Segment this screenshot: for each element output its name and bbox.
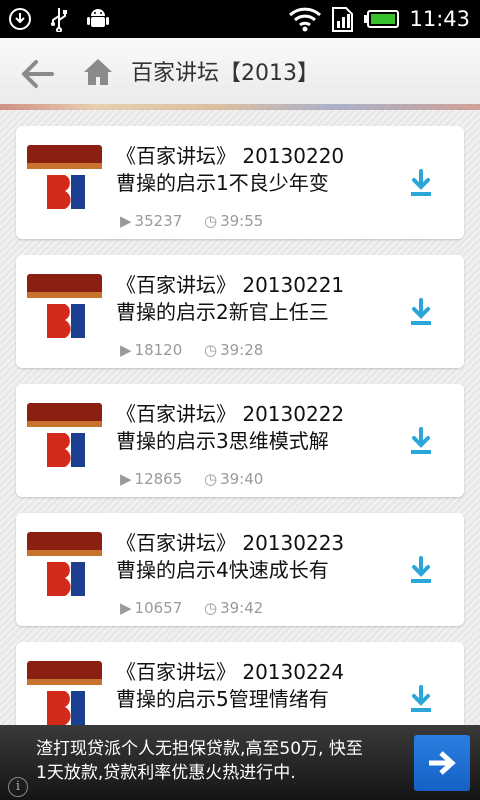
ad-banner[interactable]: 渣打现贷派个人无担保贷款,高至50万, 快至 1天放款,贷款利率优惠火热进行中.… <box>0 725 480 800</box>
list-item[interactable]: 《百家讲坛》 20130222 曹操的启示3思维模式解 ▶ 12865 ◷ 39:4… <box>16 384 464 497</box>
program-logo-thumbnail <box>27 661 102 725</box>
download-icon[interactable] <box>409 298 433 326</box>
action-bar: 百家讲坛【2013】 <box>0 38 480 110</box>
list-item[interactable]: 《百家讲坛》 20130223 曹操的启示4快速成长有 ▶ 10657 ◷ 39:4… <box>16 513 464 626</box>
download-icon[interactable] <box>409 556 433 584</box>
clock-icon: ◷ <box>204 470 218 488</box>
clock-icon: ◷ <box>204 599 218 617</box>
play-count-icon: ▶ <box>120 212 132 230</box>
episode-meta: ▶ 10657 ◷ 39:42 <box>120 598 263 618</box>
episode-title-line2: 曹操的启示5管理情绪有 <box>116 687 329 711</box>
episode-meta: ▶ 18120 ◷ 39:28 <box>120 340 263 360</box>
list-item[interactable]: 《百家讲坛》 20130224 曹操的启示5管理情绪有 <box>16 642 464 725</box>
arrow-right-icon <box>429 751 456 775</box>
program-logo-thumbnail <box>27 145 102 223</box>
episode-meta: ▶ 12865 ◷ 39:40 <box>120 469 263 489</box>
home-icon[interactable] <box>82 56 114 88</box>
android-debug-icon <box>86 0 110 38</box>
download-icon[interactable] <box>409 685 433 713</box>
duration: 39:40 <box>220 470 264 488</box>
program-logo-thumbnail <box>27 403 102 481</box>
play-count: 12865 <box>134 470 183 488</box>
episode-title-line1: 《百家讲坛》 20130220 <box>116 144 345 168</box>
sim-signal-icon <box>330 0 356 38</box>
list-item[interactable]: 《百家讲坛》 20130220 曹操的启示1不良少年变 ▶ 35237 ◷ 39:5… <box>16 126 464 239</box>
episode-title-line1: 《百家讲坛》 20130222 <box>116 402 345 426</box>
ad-text-line1: 渣打现贷派个人无担保贷款,高至50万, 快至 <box>36 739 363 759</box>
status-bar: 11:43 <box>0 0 480 38</box>
play-count: 18120 <box>134 341 183 359</box>
play-count: 10657 <box>134 599 183 617</box>
play-count-icon: ▶ <box>120 599 132 617</box>
back-arrow-icon[interactable] <box>20 58 54 90</box>
page-title: 百家讲坛【2013】 <box>131 61 319 86</box>
duration: 39:55 <box>220 212 264 230</box>
wifi-icon <box>288 0 322 38</box>
ad-arrow-button[interactable] <box>414 735 470 791</box>
duration: 39:28 <box>220 341 264 359</box>
download-notification-icon <box>8 0 32 38</box>
episode-title-line2: 曹操的启示2新官上任三 <box>116 300 329 324</box>
episode-title-line1: 《百家讲坛》 20130223 <box>116 531 345 555</box>
play-count: 35237 <box>134 212 183 230</box>
duration: 39:42 <box>220 599 264 617</box>
battery-icon <box>364 0 400 38</box>
list-item[interactable]: 《百家讲坛》 20130221 曹操的启示2新官上任三 ▶ 18120 ◷ 39:2… <box>16 255 464 368</box>
episode-list[interactable]: 《百家讲坛》 20130220 曹操的启示1不良少年变 ▶ 35237 ◷ 39:5… <box>0 110 480 725</box>
clock: 11:43 <box>409 7 470 31</box>
ad-info-icon[interactable]: i <box>8 777 28 797</box>
episode-title-line1: 《百家讲坛》 20130224 <box>116 660 345 684</box>
episode-title-line2: 曹操的启示1不良少年变 <box>116 171 329 195</box>
episode-title-line2: 曹操的启示3思维模式解 <box>116 429 329 453</box>
usb-icon <box>48 0 70 38</box>
play-count-icon: ▶ <box>120 341 132 359</box>
clock-icon: ◷ <box>204 212 218 230</box>
ad-text[interactable]: 渣打现贷派个人无担保贷款,高至50万, 快至 1天放款,贷款利率优惠火热进行中. <box>36 737 406 785</box>
download-icon[interactable] <box>409 169 433 197</box>
episode-title-line2: 曹操的启示4快速成长有 <box>116 558 329 582</box>
ad-text-line2: 1天放款,贷款利率优惠火热进行中. <box>36 763 296 783</box>
program-logo-thumbnail <box>27 532 102 610</box>
episode-title-line1: 《百家讲坛》 20130221 <box>116 273 345 297</box>
download-icon[interactable] <box>409 427 433 455</box>
program-logo-thumbnail <box>27 274 102 352</box>
play-count-icon: ▶ <box>120 470 132 488</box>
episode-meta: ▶ 35237 ◷ 39:55 <box>120 211 263 231</box>
clock-icon: ◷ <box>204 341 218 359</box>
